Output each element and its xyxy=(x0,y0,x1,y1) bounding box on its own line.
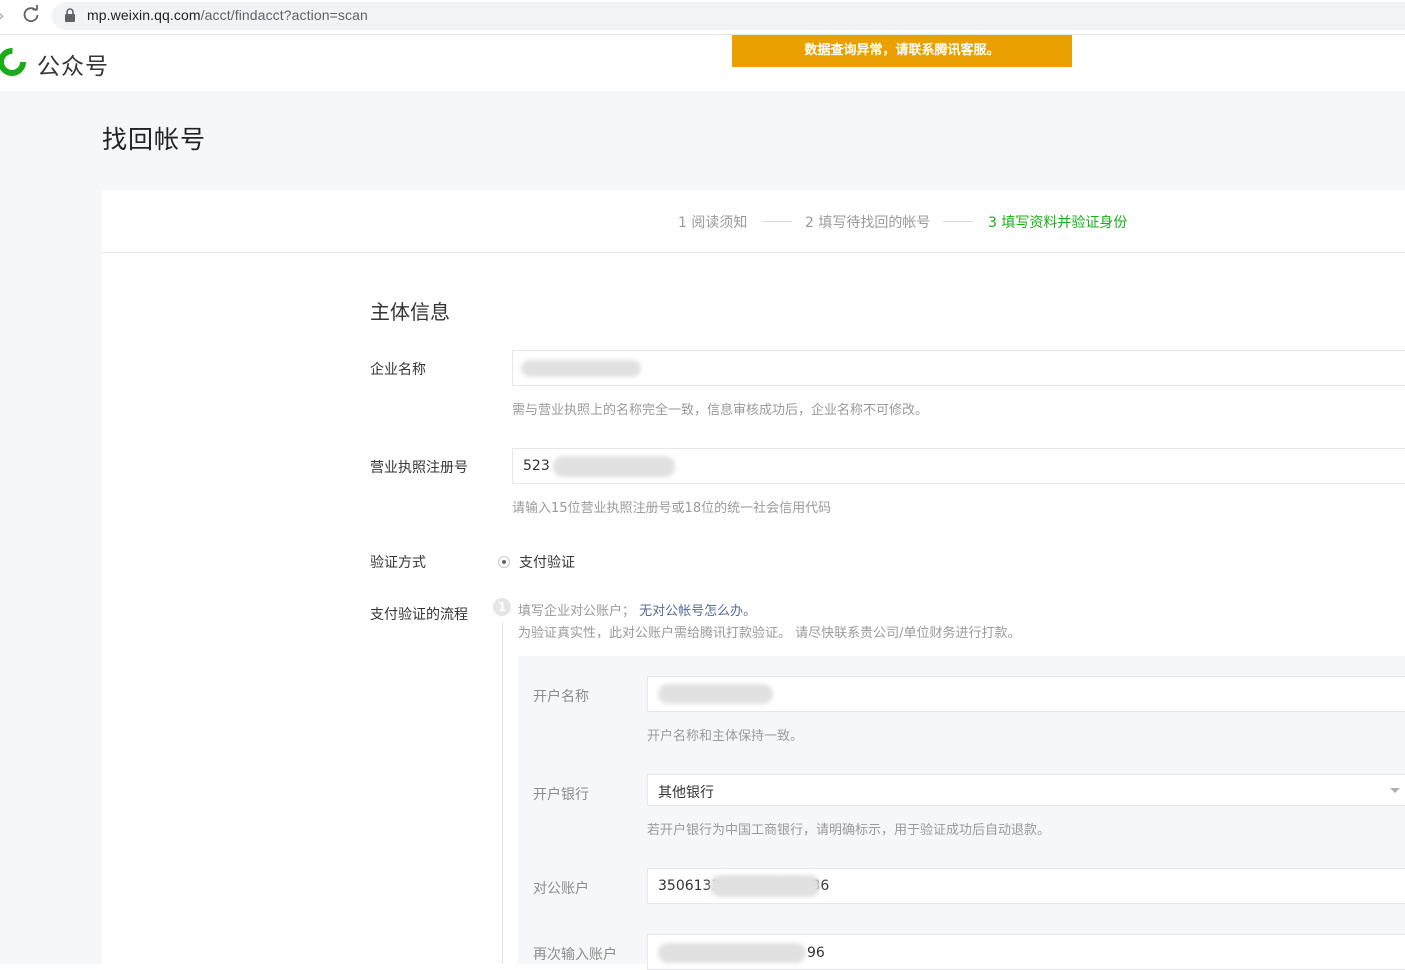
flow-step-text: 填写企业对公账户； 无对公帐号怎么办。 xyxy=(518,600,756,619)
company-name-input[interactable] xyxy=(512,350,1405,386)
license-number-value: 523 xyxy=(523,458,550,474)
account-name-tip: 开户名称和主体保持一致。 xyxy=(647,729,804,744)
page-title: 找回帐号 xyxy=(102,125,207,154)
bank-label: 开户银行 xyxy=(533,787,589,803)
steps-divider xyxy=(102,252,1405,253)
repeat-account-label: 再次输入账户 xyxy=(533,947,617,963)
url-host: mp.weixin.qq.com xyxy=(87,7,201,23)
company-name-label: 企业名称 xyxy=(370,362,426,378)
bank-tip: 若开户银行为中国工商银行，请明确标示，用于验证成功后自动退款。 xyxy=(647,823,1051,838)
header-divider xyxy=(0,34,1405,35)
flow-timeline xyxy=(502,622,503,964)
company-name-tip: 需与营业执照上的名称完全一致，信息审核成功后，企业名称不可修改。 xyxy=(512,403,929,418)
license-number-label: 营业执照注册号 xyxy=(370,460,468,476)
error-notice-banner: 数据查询异常，请联系腾讯客服。 xyxy=(732,35,1072,67)
license-number-input[interactable]: 523 xyxy=(512,448,1405,484)
lock-icon xyxy=(65,8,75,22)
url-text[interactable]: mp.weixin.qq.com/acct/findacct?action=sc… xyxy=(87,7,368,23)
redacted-repeat-account xyxy=(658,943,806,963)
back-arrow-icon[interactable]: › xyxy=(0,6,4,25)
account-name-input[interactable] xyxy=(647,676,1405,712)
url-path: /acct/findacct?action=scan xyxy=(200,7,368,23)
payment-verify-option[interactable]: 支付验证 xyxy=(519,552,575,572)
payment-verify-radio[interactable] xyxy=(498,556,510,568)
radio-selected-dot xyxy=(502,560,506,564)
flow-description: 为验证真实性，此对公账户需给腾讯打款验证。 请尽快联系贵公司/单位财务进行打款。 xyxy=(518,626,1021,641)
reload-icon[interactable] xyxy=(20,4,42,26)
license-number-tip: 请输入15位营业执照注册号或18位的统一社会信用代码 xyxy=(512,501,832,516)
public-account-label: 对公账户 xyxy=(533,881,589,897)
redacted-license-number xyxy=(553,456,675,477)
repeat-account-value-tail: 96 xyxy=(807,945,825,961)
step-verify-identity: 3 填写资料并验证身份 xyxy=(988,215,1128,231)
payment-flow-label: 支付验证的流程 xyxy=(370,607,468,623)
public-account-input[interactable]: 3506133 13507736 xyxy=(647,868,1405,904)
redacted-company-name xyxy=(521,360,641,377)
logo-text[interactable]: 公众号 xyxy=(37,47,109,81)
step-one-icon: 1 xyxy=(493,598,511,616)
section-title: 主体信息 xyxy=(370,300,450,324)
flow-line1: 填写企业对公账户； xyxy=(518,604,636,619)
redacted-account-name xyxy=(658,684,773,704)
bank-select[interactable]: 其他银行 xyxy=(647,774,1405,806)
no-public-account-link[interactable]: 无对公帐号怎么办。 xyxy=(639,604,756,619)
step-fill-account: 2 填写待找回的帐号 xyxy=(805,215,931,231)
bank-selected-value: 其他银行 xyxy=(658,785,714,801)
chevron-down-icon[interactable] xyxy=(1390,788,1400,793)
redacted-public-account xyxy=(710,875,820,897)
verify-method-label: 验证方式 xyxy=(370,555,426,571)
account-name-label: 开户名称 xyxy=(533,689,589,705)
repeat-account-input[interactable]: 96 xyxy=(647,934,1405,970)
wechat-official-account-logo-icon[interactable] xyxy=(0,46,28,78)
step-read-notice: 1 阅读须知 xyxy=(678,215,748,231)
step-connector xyxy=(943,221,973,222)
step-connector xyxy=(762,221,792,222)
